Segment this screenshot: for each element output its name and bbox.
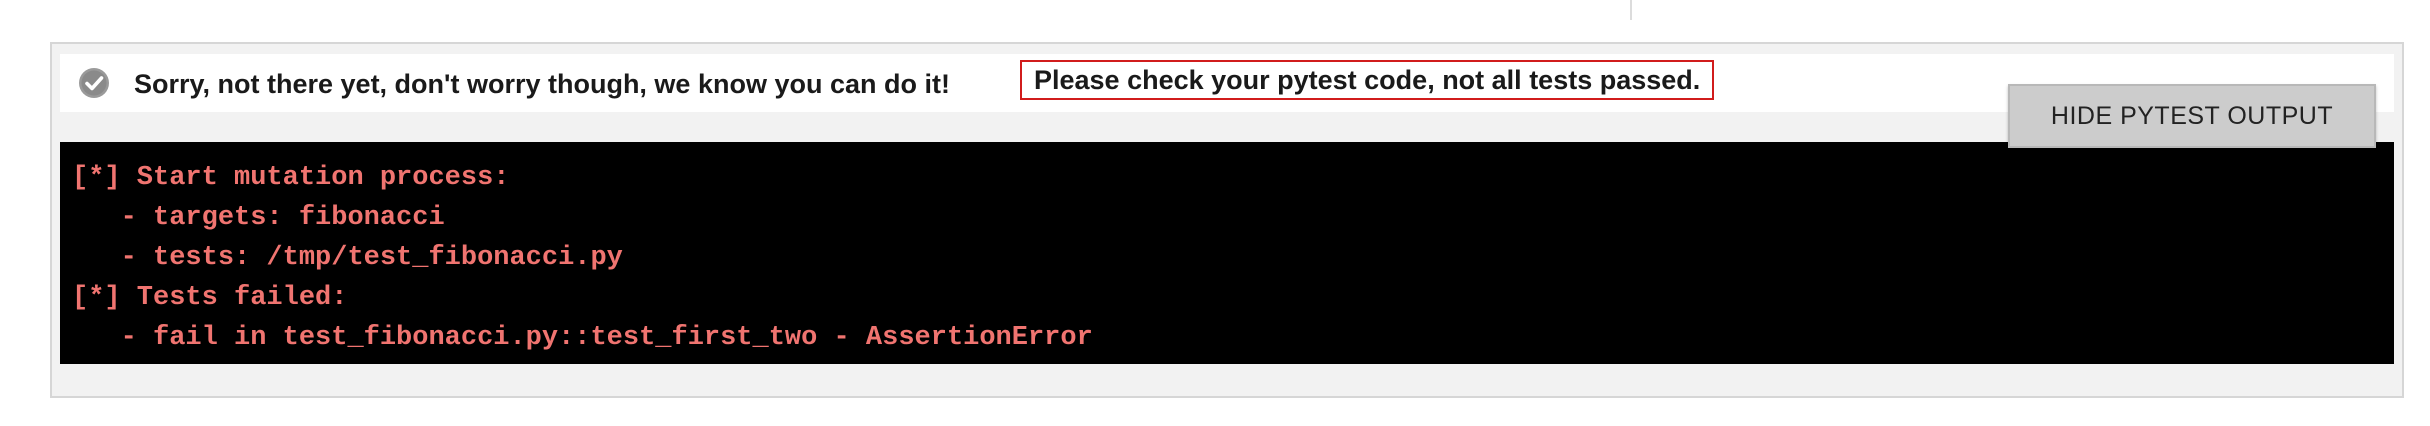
terminal-line: [*] Tests failed: [72, 283, 348, 313]
hide-pytest-output-button[interactable]: HIDE PYTEST OUTPUT [2008, 84, 2376, 148]
feedback-message: Sorry, not there yet, don't worry though… [134, 69, 950, 99]
pytest-result-panel: Sorry, not there yet, don't worry though… [50, 42, 2404, 398]
terminal-line: [*] Start mutation process: [72, 163, 510, 193]
pytest-output-terminal: [*] Start mutation process: - targets: f… [60, 142, 2394, 364]
terminal-line: - tests: /tmp/test_fibonacci.py [72, 243, 623, 273]
error-message-box: Please check your pytest code, not all t… [1020, 60, 1715, 100]
check-circle-icon [79, 68, 109, 98]
terminal-line: - targets: fibonacci [72, 203, 445, 233]
terminal-line: - fail in test_fibonacci.py::test_first_… [72, 323, 1093, 353]
top-divider [1630, 0, 1632, 20]
